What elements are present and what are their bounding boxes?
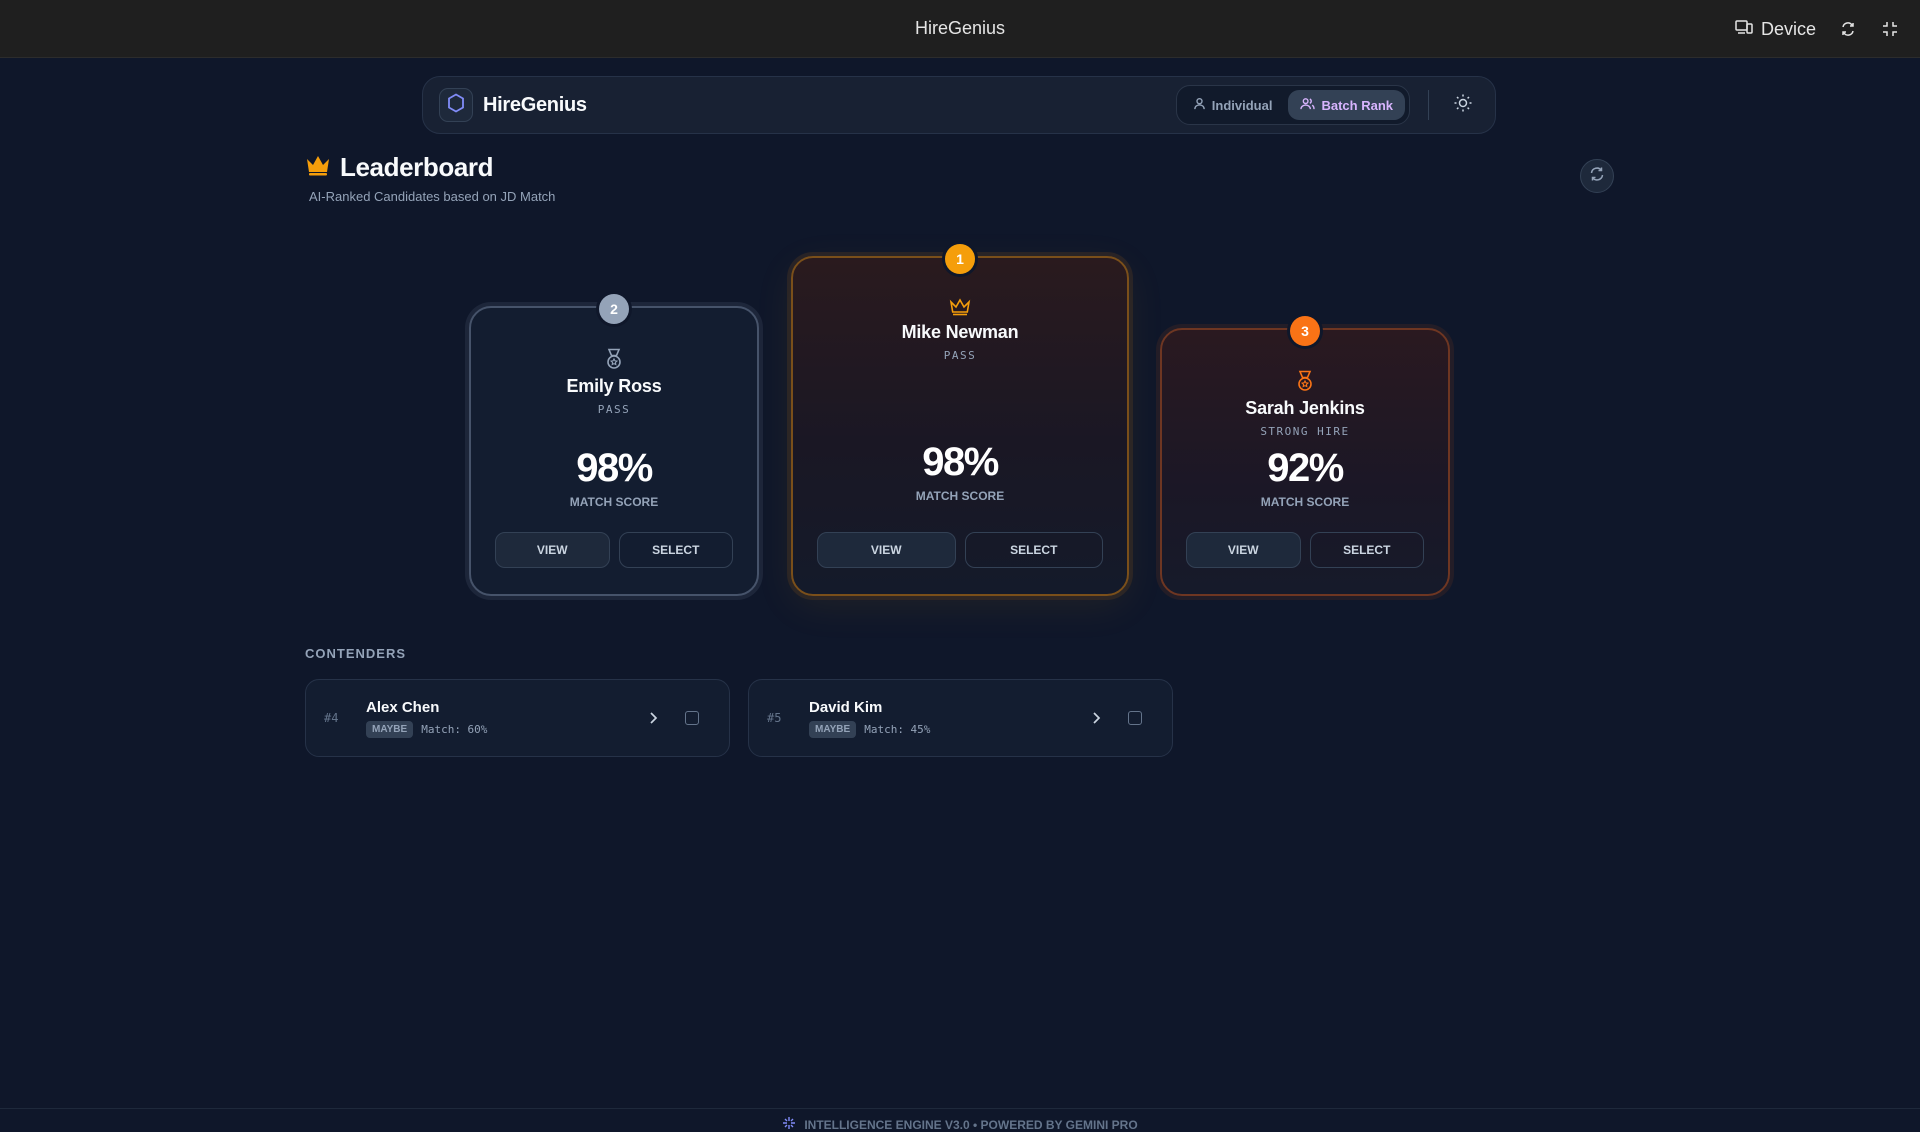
window-title: HireGenius: [914, 18, 1006, 38]
match-value: Match: 60%: [421, 722, 488, 736]
footer: INTELLIGENCE ENGINE V3.0 • POWERED BY GE…: [0, 1108, 1920, 1132]
crown-icon: [305, 154, 331, 181]
match-score: 92%: [1267, 446, 1344, 490]
podium-card-third: 3 Sarah Jenkins STRONG HIRE 92% MATCH SC…: [1160, 316, 1450, 596]
candidate-name: Sarah Jenkins: [1245, 398, 1365, 418]
podium-card-second: 2 Emily Ross PASS 98% MATCH SCORE VIEW S…: [469, 294, 759, 596]
contender-name: David Kim: [809, 698, 883, 716]
refresh-icon: [1589, 166, 1605, 187]
match-score-label: MATCH SCORE: [1260, 495, 1350, 509]
podium-card-first: 1 Mike Newman PASS 98% MATCH SCORE VIEW …: [791, 244, 1129, 596]
crown-icon: [793, 298, 1127, 316]
list-item[interactable]: #5 David Kim MAYBE Match: 45%: [748, 679, 1173, 757]
sparkle-icon: [782, 1116, 796, 1132]
select-button[interactable]: SELECT: [1309, 532, 1424, 568]
rank-badge: 2: [599, 294, 629, 324]
candidate-name: Emily Ross: [566, 376, 662, 396]
list-item[interactable]: #4 Alex Chen MAYBE Match: 60%: [305, 679, 730, 757]
match-value: Match: 45%: [864, 722, 931, 736]
batch-rank-mode-button[interactable]: Batch Rank: [1288, 90, 1405, 120]
select-checkbox[interactable]: [685, 711, 699, 725]
view-button[interactable]: VIEW: [495, 532, 610, 568]
status-badge: MAYBE: [366, 720, 414, 738]
device-button[interactable]: Device: [1735, 19, 1816, 40]
match-score: 98%: [576, 446, 653, 490]
app-navbar: HireGenius Individual Batch Rank: [422, 76, 1496, 134]
medal-icon: [471, 348, 757, 370]
window-titlebar: HireGenius Device: [0, 0, 1920, 58]
rank-badge: 3: [1290, 316, 1320, 346]
contenders-heading: CONTENDERS: [305, 646, 407, 661]
contender-rank: #4: [324, 711, 339, 725]
mode-toggle: Individual Batch Rank: [1175, 85, 1410, 125]
contender-rank: #5: [767, 711, 782, 725]
candidate-name: Mike Newman: [901, 322, 1019, 342]
refresh-button[interactable]: [1580, 159, 1614, 193]
match-score-label: MATCH SCORE: [569, 495, 659, 509]
match-score: 98%: [922, 440, 999, 484]
batch-rank-mode-label: Batch Rank: [1321, 97, 1393, 113]
chevron-right-icon[interactable]: [1086, 708, 1106, 728]
match-score-label: MATCH SCORE: [915, 489, 1005, 503]
view-button[interactable]: VIEW: [817, 532, 956, 568]
select-button[interactable]: SELECT: [618, 532, 733, 568]
individual-mode-label: Individual: [1211, 97, 1273, 113]
fullscreen-exit-icon[interactable]: [1880, 19, 1900, 39]
leaderboard-header: Leaderboard AI-Ranked Candidates based o…: [305, 152, 555, 204]
view-button[interactable]: VIEW: [1186, 532, 1301, 568]
footer-text: INTELLIGENCE ENGINE V3.0 • POWERED BY GE…: [804, 1117, 1138, 1132]
page-subtitle: AI-Ranked Candidates based on JD Match: [309, 189, 556, 204]
chevron-right-icon[interactable]: [643, 708, 663, 728]
candidate-status: PASS: [597, 403, 631, 416]
select-button[interactable]: SELECT: [964, 532, 1103, 568]
page-title: Leaderboard: [340, 152, 494, 182]
theme-toggle-button[interactable]: [1447, 89, 1479, 121]
brand-name: HireGenius: [483, 93, 587, 116]
status-badge: MAYBE: [809, 720, 857, 738]
hexagon-icon: [447, 92, 465, 118]
candidate-status: STRONG HIRE: [1260, 425, 1350, 438]
individual-mode-button[interactable]: Individual: [1181, 90, 1285, 120]
users-icon: [1300, 97, 1316, 113]
select-checkbox[interactable]: [1128, 711, 1142, 725]
logo[interactable]: [439, 88, 473, 122]
medal-icon: [1162, 370, 1448, 392]
sun-icon: [1453, 93, 1473, 118]
device-icon: [1735, 19, 1753, 40]
candidate-status: PASS: [943, 349, 977, 362]
user-icon: [1193, 97, 1206, 113]
rank-badge: 1: [945, 244, 975, 274]
window-controls: Device: [1735, 0, 1900, 58]
contender-name: Alex Chen: [366, 698, 440, 716]
nav-divider: [1428, 90, 1429, 120]
rotate-icon[interactable]: [1838, 19, 1858, 39]
device-label: Device: [1760, 18, 1816, 39]
